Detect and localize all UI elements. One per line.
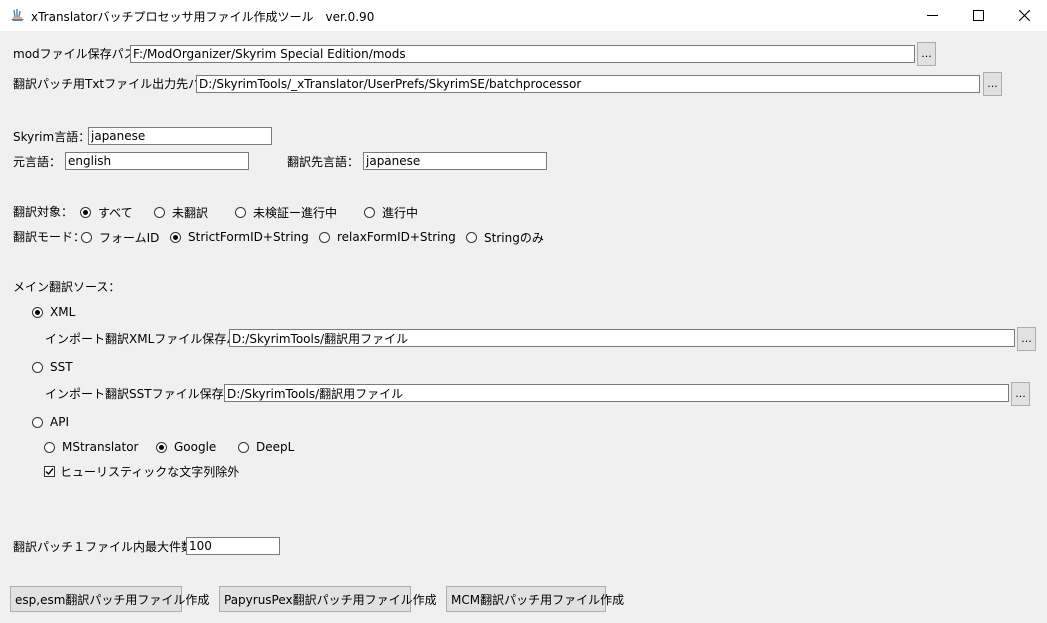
window-title: xTranslatorバッチプロセッサ用ファイル作成ツール ver.0.90 (31, 10, 375, 24)
translate-mode-string-only-radio[interactable]: Stringのみ (466, 229, 544, 245)
xml-path-input[interactable] (229, 329, 1015, 347)
txt-output-path-browse-button[interactable]: ... (983, 72, 1002, 96)
create-esp-esm-patch-button[interactable]: esp,esm翻訳パッチ用ファイル作成 (10, 586, 209, 612)
checkbox-label: ヒューリスティックな文字列除外 (60, 464, 240, 479)
translate-mode-strict-radio[interactable]: StrictFormID+String (170, 229, 309, 245)
radio-label: DeepL (256, 440, 295, 454)
title-bar: xTranslatorバッチプロセッサ用ファイル作成ツール ver.0.90 (0, 0, 1047, 31)
translate-target-all-radio[interactable]: すべて (80, 204, 133, 220)
translate-mode-label: 翻訳モード： (13, 230, 86, 244)
maximize-button[interactable] (955, 0, 1001, 31)
max-items-label: 翻訳パッチ１ファイル内最大件数： (13, 540, 206, 554)
radio-label: SST (50, 360, 73, 374)
translate-target-label: 翻訳対象： (13, 205, 74, 219)
radio-empty-icon (32, 416, 43, 428)
txt-output-path-label: 翻訳パッチ用Txtファイル出力先パス： (13, 77, 225, 91)
sst-path-input[interactable] (224, 384, 1009, 402)
translate-mode-formid-radio[interactable]: フォームID (81, 229, 159, 245)
api-deepl-radio[interactable]: DeepL (238, 439, 294, 455)
skyrim-language-input[interactable] (88, 127, 272, 145)
translate-target-unverified-radio[interactable]: 未検証ー進行中 (235, 204, 337, 220)
radio-selected-icon (80, 206, 91, 218)
checkmark-icon (45, 467, 54, 475)
radio-label: XML (50, 305, 76, 319)
radio-empty-icon (81, 231, 92, 243)
heuristic-exclude-checkbox[interactable]: ヒューリスティックな文字列除外 (44, 463, 239, 479)
radio-label: Stringのみ (484, 230, 544, 245)
close-button[interactable] (1001, 0, 1047, 31)
api-mstranslator-radio[interactable]: MStranslator (44, 439, 139, 455)
radio-label: 未検証ー進行中 (253, 205, 338, 220)
radio-empty-icon (364, 206, 375, 218)
api-google-radio[interactable]: Google (156, 439, 216, 455)
mod-save-path-browse-button[interactable]: ... (917, 42, 936, 66)
radio-empty-icon (466, 231, 477, 243)
radio-label: API (50, 415, 69, 429)
close-icon (1019, 10, 1030, 21)
target-language-label: 翻訳先言語： (287, 155, 360, 169)
mod-save-path-label: modファイル保存パス： (13, 47, 148, 61)
radio-label: MStranslator (62, 440, 139, 454)
target-language-input[interactable] (363, 152, 547, 170)
radio-empty-icon (154, 206, 165, 218)
checkbox-box (44, 465, 55, 477)
radio-empty-icon (238, 441, 249, 453)
create-mcm-patch-button[interactable]: MCM翻訳パッチ用ファイル作成 (446, 586, 624, 612)
radio-label: StrictFormID+String (188, 230, 309, 244)
source-xml-radio[interactable]: XML (32, 304, 75, 320)
source-api-radio[interactable]: API (32, 414, 69, 430)
radio-empty-icon (32, 361, 43, 373)
max-items-input[interactable] (186, 537, 280, 555)
translate-mode-relax-radio[interactable]: relaxFormID+String (319, 229, 456, 245)
radio-label: relaxFormID+String (337, 230, 456, 244)
radio-empty-icon (44, 441, 55, 453)
radio-label: 進行中 (382, 205, 419, 220)
skyrim-language-label: Skyrim言語： (13, 130, 91, 144)
sst-path-browse-button[interactable]: ... (1011, 382, 1030, 406)
source-language-input[interactable] (65, 152, 249, 170)
maximize-icon (973, 10, 984, 21)
create-papyrus-pex-patch-button[interactable]: PapyrusPex翻訳パッチ用ファイル作成 (219, 586, 437, 612)
radio-label: 未翻訳 (172, 205, 209, 220)
minimize-button[interactable] (909, 0, 955, 31)
translate-target-untranslated-radio[interactable]: 未翻訳 (154, 204, 208, 220)
radio-label: フォームID (99, 230, 160, 245)
app-icon (11, 9, 24, 21)
txt-output-path-input[interactable] (196, 75, 980, 93)
radio-selected-icon (156, 441, 167, 453)
radio-label: Google (174, 440, 217, 454)
xml-path-browse-button[interactable]: ... (1017, 327, 1036, 351)
translate-target-in-progress-radio[interactable]: 進行中 (364, 204, 418, 220)
radio-selected-icon (32, 306, 43, 318)
radio-empty-icon (319, 231, 330, 243)
radio-empty-icon (235, 206, 246, 218)
main-source-label: メイン翻訳ソース： (13, 280, 121, 294)
radio-label: すべて (98, 205, 133, 220)
mod-save-path-input[interactable] (130, 45, 915, 63)
minimize-icon (927, 15, 938, 16)
radio-selected-icon (170, 231, 181, 243)
source-sst-radio[interactable]: SST (32, 359, 73, 375)
source-language-label: 元言語： (13, 155, 62, 169)
